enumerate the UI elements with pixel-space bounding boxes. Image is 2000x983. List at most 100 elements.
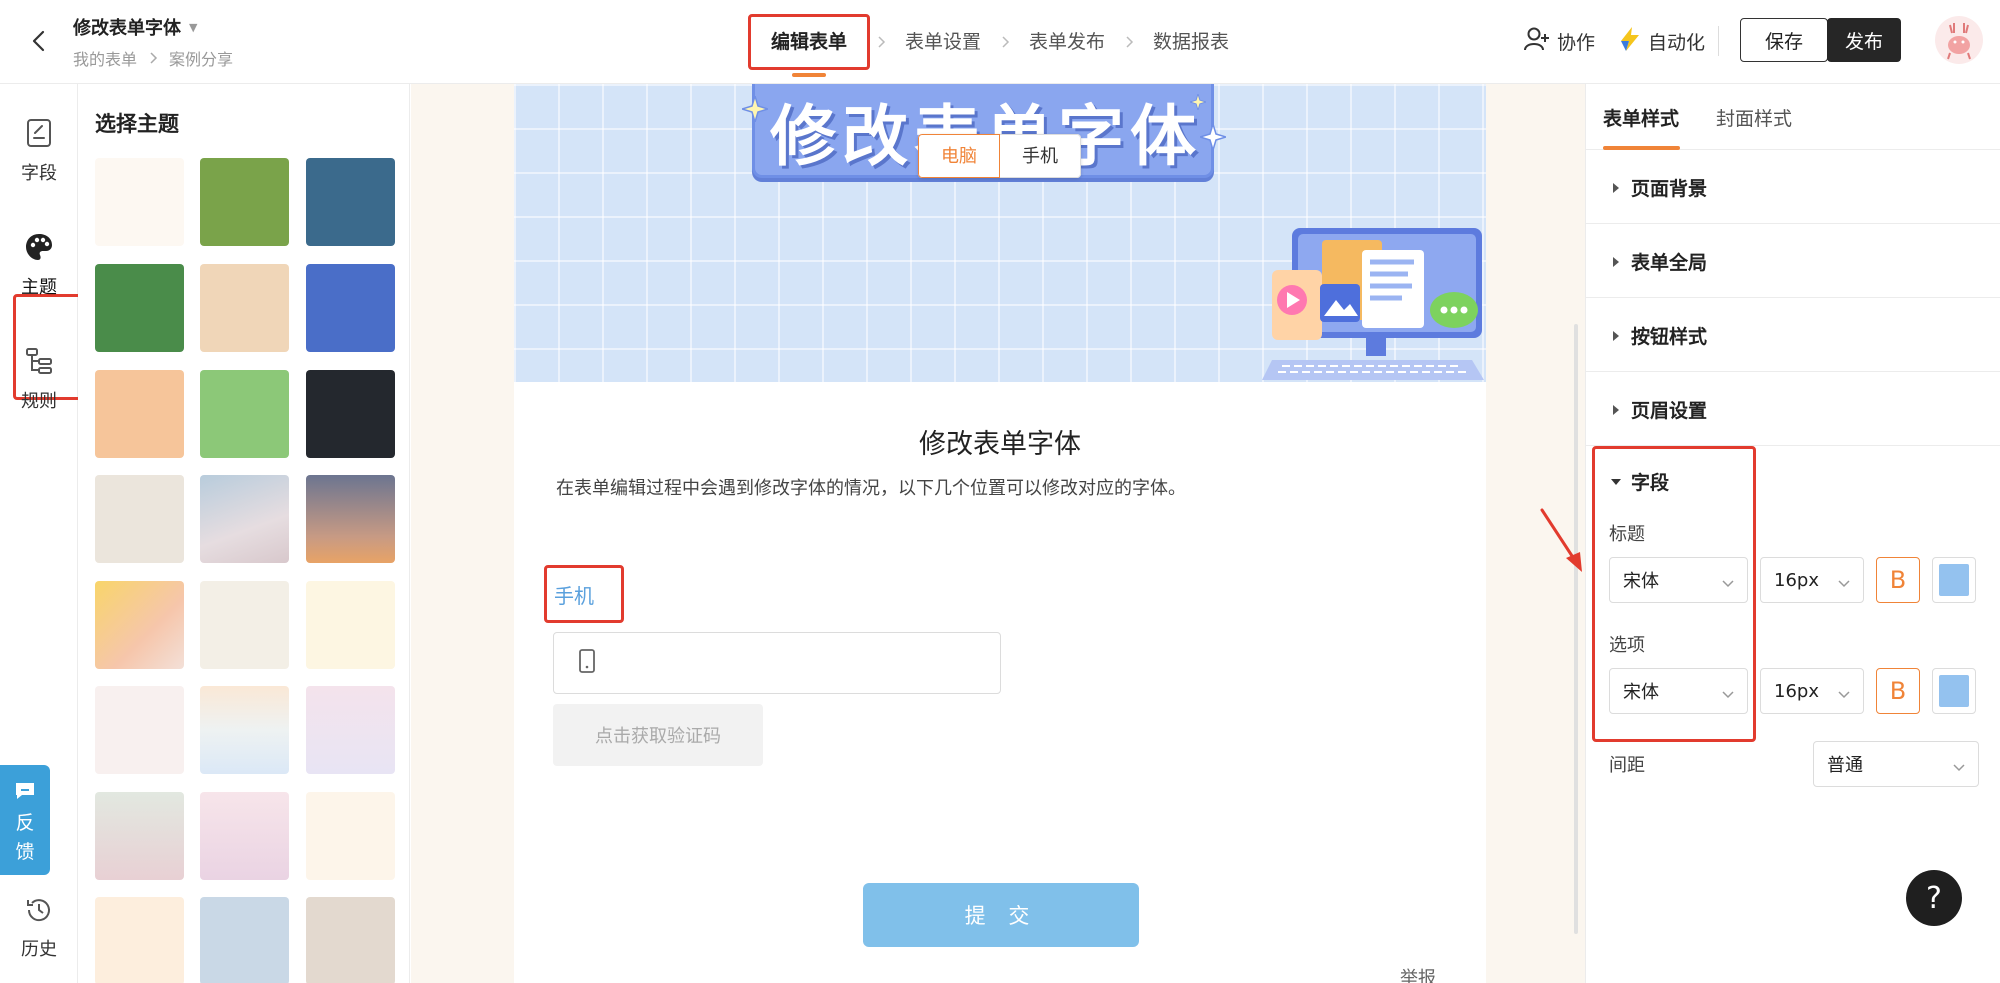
step-data-report[interactable]: 数据报表 — [1140, 14, 1242, 70]
theme-swatch[interactable] — [306, 264, 395, 352]
section-button-style[interactable]: 按钮样式 — [1586, 298, 2000, 372]
back-arrow-icon[interactable] — [24, 26, 54, 56]
left-rail: 字段 主题 规则 反 馈 历史 — [0, 84, 85, 983]
theme-swatch[interactable] — [200, 264, 289, 352]
collab-label: 协作 — [1557, 31, 1596, 54]
chevron-down-icon — [1721, 574, 1735, 588]
automation-icon — [1618, 26, 1642, 57]
section-title: 页眉设置 — [1631, 400, 1708, 422]
option-color-picker[interactable] — [1932, 668, 1976, 714]
caret-down-icon[interactable]: ▼ — [189, 21, 197, 34]
option-bold-toggle[interactable]: B — [1876, 668, 1920, 714]
rail-item-theme[interactable]: 主题 — [0, 232, 78, 299]
feedback-label: 反 — [15, 812, 35, 834]
section-form-global[interactable]: 表单全局 — [1586, 224, 2000, 298]
add-user-icon — [1523, 26, 1551, 57]
help-button[interactable]: ? — [1906, 870, 1962, 926]
collab-button[interactable]: 协作 — [1523, 24, 1595, 58]
title-bold-toggle[interactable]: B — [1876, 557, 1920, 603]
step-form-settings[interactable]: 表单设置 — [892, 14, 994, 70]
theme-swatch[interactable] — [306, 370, 395, 458]
title-font-select[interactable]: 宋体 — [1609, 557, 1748, 603]
step-edit-form[interactable]: 编辑表单 — [748, 14, 871, 77]
form-banner[interactable]: 修改表单字体 电脑 手机 — [514, 84, 1486, 382]
phone-input[interactable] — [553, 632, 1001, 694]
sparkle-icon — [742, 96, 768, 122]
phone-field-label[interactable]: 手机 — [554, 580, 594, 609]
theme-swatch[interactable] — [200, 370, 289, 458]
chevron-down-icon — [1837, 685, 1851, 699]
save-button[interactable]: 保存 — [1740, 18, 1828, 62]
rail-item-label: 主题 — [21, 277, 57, 298]
title-size-select[interactable]: 16px — [1760, 557, 1864, 603]
theme-swatch[interactable] — [200, 581, 289, 669]
chevron-right-icon — [147, 52, 159, 64]
feedback-button[interactable]: 反 馈 — [0, 765, 50, 875]
form-preview: 修改表单字体 电脑 手机 — [514, 84, 1486, 983]
field-icon — [25, 118, 53, 153]
theme-swatch[interactable] — [95, 792, 184, 880]
section-page-background[interactable]: 页面背景 — [1586, 150, 2000, 224]
select-value: 宋体 — [1623, 682, 1659, 703]
form-description[interactable]: 在表单编辑过程中会遇到修改字体的情况，以下几个位置可以修改对应的字体。 — [556, 474, 1186, 500]
automation-button[interactable]: 自动化 — [1618, 24, 1705, 58]
theme-swatch[interactable] — [95, 158, 184, 246]
chat-icon — [14, 781, 36, 806]
title-color-picker[interactable] — [1932, 557, 1976, 603]
form-heading[interactable]: 修改表单字体 — [514, 422, 1486, 461]
section-header-settings[interactable]: 页眉设置 — [1586, 372, 2000, 446]
sparkle-icon — [1200, 124, 1226, 150]
theme-swatch[interactable] — [306, 475, 395, 563]
theme-swatch[interactable] — [95, 370, 184, 458]
theme-swatch[interactable] — [306, 897, 395, 983]
breadcrumb-item[interactable]: 案例分享 — [169, 46, 233, 70]
theme-swatch[interactable] — [306, 158, 395, 246]
report-link[interactable]: 举报 — [1400, 964, 1436, 983]
section-fields-title[interactable]: 字段 — [1631, 468, 1669, 495]
tab-cover-style[interactable]: 封面样式 — [1716, 104, 1792, 131]
step-form-publish[interactable]: 表单发布 — [1016, 14, 1118, 70]
caret-down-icon[interactable] — [1611, 479, 1621, 485]
rail-item-fields[interactable]: 字段 — [0, 118, 78, 185]
theme-swatch[interactable] — [95, 264, 184, 352]
theme-swatch[interactable] — [95, 897, 184, 983]
chevron-down-icon — [1837, 574, 1851, 588]
caret-right-icon — [1613, 183, 1619, 193]
computer-illustration — [1262, 228, 1484, 380]
theme-swatch[interactable] — [95, 475, 184, 563]
option-font-select[interactable]: 宋体 — [1609, 668, 1748, 714]
rail-item-rules[interactable]: 规则 — [0, 346, 78, 413]
breadcrumb-item[interactable]: 我的表单 — [73, 46, 137, 70]
publish-button[interactable]: 发布 — [1827, 18, 1901, 62]
sparkle-icon — [1190, 94, 1206, 110]
spacing-select[interactable]: 普通 — [1813, 741, 1979, 787]
device-toggle-pc[interactable]: 电脑 — [918, 134, 1000, 178]
canvas-scrollbar[interactable] — [1574, 324, 1578, 934]
submit-button[interactable]: 提 交 — [863, 883, 1139, 947]
document-title[interactable]: 修改表单字体 ▼ — [73, 14, 197, 40]
tab-form-style[interactable]: 表单样式 — [1603, 104, 1679, 131]
avatar[interactable] — [1935, 16, 1983, 64]
theme-swatch[interactable] — [200, 897, 289, 983]
chevron-right-icon — [1122, 35, 1136, 49]
select-value: 16px — [1774, 680, 1819, 702]
theme-swatch[interactable] — [200, 686, 289, 774]
color-swatch — [1939, 675, 1969, 707]
device-toggle-mobile[interactable]: 手机 — [1000, 134, 1081, 178]
form-canvas: 修改表单字体 电脑 手机 — [411, 84, 1585, 983]
theme-swatch[interactable] — [200, 158, 289, 246]
breadcrumb: 我的表单 案例分享 — [73, 46, 233, 70]
theme-swatch[interactable] — [95, 686, 184, 774]
theme-swatch[interactable] — [200, 475, 289, 563]
get-code-button[interactable]: 点击获取验证码 — [553, 704, 763, 766]
theme-swatch[interactable] — [306, 686, 395, 774]
theme-swatch[interactable] — [95, 581, 184, 669]
theme-swatch[interactable] — [306, 792, 395, 880]
select-value: 16px — [1774, 569, 1819, 591]
rail-item-history[interactable]: 历史 — [0, 896, 78, 961]
theme-swatch[interactable] — [200, 792, 289, 880]
theme-swatch[interactable] — [306, 581, 395, 669]
option-font-label: 选项 — [1609, 635, 1645, 656]
option-size-select[interactable]: 16px — [1760, 668, 1864, 714]
rail-item-label: 规则 — [21, 391, 57, 412]
